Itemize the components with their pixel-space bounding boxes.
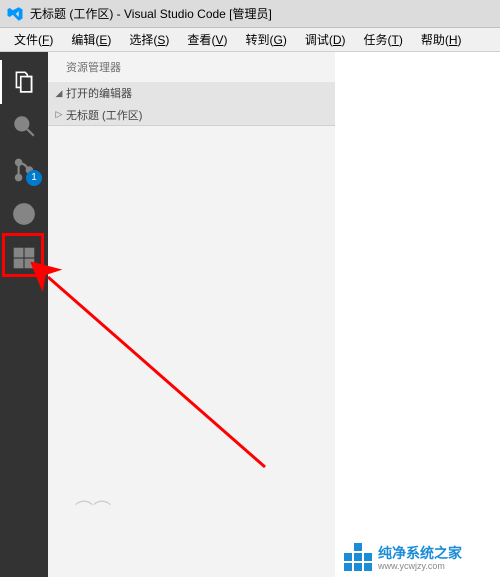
section-label: 打开的编辑器 <box>66 85 132 101</box>
activity-explorer[interactable] <box>0 60 48 104</box>
menu-debug[interactable]: 调试(D) <box>297 28 354 51</box>
menu-tasks[interactable]: 任务(T) <box>356 28 411 51</box>
activitybar: 1 <box>0 52 48 577</box>
window-title: 无标题 (工作区) - Visual Studio Code [管理员] <box>30 5 272 22</box>
activity-search[interactable] <box>0 104 48 148</box>
section-workspace[interactable]: ▷ 无标题 (工作区) <box>48 104 335 126</box>
menu-edit[interactable]: 编辑(E) <box>63 28 119 51</box>
watermark-brand: 纯净系统之家 <box>378 543 462 563</box>
section-open-editors[interactable]: ◢ 打开的编辑器 <box>48 82 335 104</box>
explorer-sidebar: 资源管理器 ◢ 打开的编辑器 ▷ 无标题 (工作区) <box>48 52 335 577</box>
activity-debug[interactable] <box>0 192 48 236</box>
activity-scm[interactable]: 1 <box>0 148 48 192</box>
menu-selection[interactable]: 选择(S) <box>121 28 177 51</box>
scm-badge: 1 <box>26 170 42 186</box>
menu-view[interactable]: 查看(V) <box>179 28 235 51</box>
chevron-right-icon: ▷ <box>52 109 66 120</box>
watermark-logo-icon <box>344 543 372 571</box>
activity-extensions[interactable] <box>0 236 48 280</box>
vscode-icon <box>6 5 24 23</box>
titlebar: 无标题 (工作区) - Visual Studio Code [管理员] <box>0 0 500 28</box>
chevron-down-icon: ◢ <box>52 88 66 99</box>
section-label: 无标题 (工作区) <box>66 107 142 123</box>
menu-go[interactable]: 转到(G) <box>237 28 294 51</box>
sidebar-title: 资源管理器 <box>48 52 335 82</box>
watermark: 纯净系统之家 www.ycwjzy.com <box>344 543 462 571</box>
menu-file[interactable]: 文件(F) <box>6 28 61 51</box>
menubar: 文件(F) 编辑(E) 选择(S) 查看(V) 转到(G) 调试(D) 任务(T… <box>0 28 500 52</box>
menu-help[interactable]: 帮助(H) <box>413 28 470 51</box>
editor-area <box>335 52 500 577</box>
